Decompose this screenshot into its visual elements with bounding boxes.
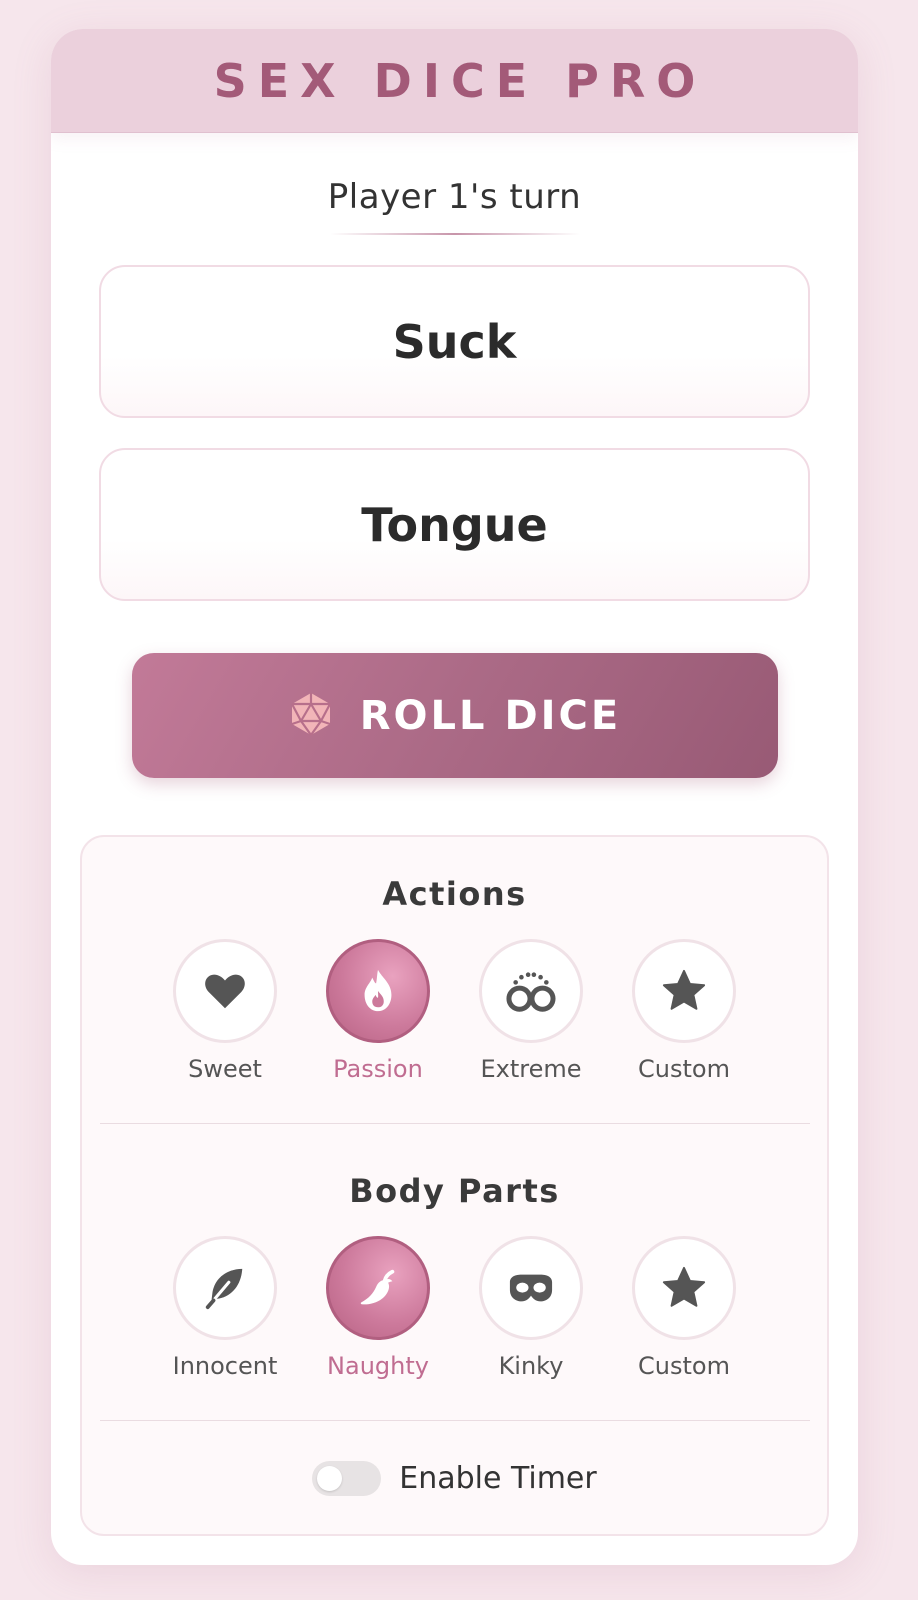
roll-dice-button[interactable]: ROLL DICE <box>131 653 778 778</box>
d20-dice-icon <box>288 691 334 741</box>
flame-icon <box>364 969 392 1012</box>
action-option-custom[interactable]: Custom <box>632 939 736 1083</box>
roll-dice-label: ROLL DICE <box>359 692 622 739</box>
action-option-label: Custom <box>638 1055 730 1083</box>
app-title: SEX DICE PRO <box>213 53 707 108</box>
pepper-icon <box>360 1269 395 1305</box>
app-card: SEX DICE PRO Player 1's turn Suck Tongue <box>51 29 858 1565</box>
body-parts-options: Innocent Naughty Kinky Custom <box>82 1236 827 1380</box>
actions-options: Sweet Passion Extreme Custom <box>82 939 827 1083</box>
timer-row: Enable Timer <box>82 1461 827 1496</box>
action-option-label: Sweet <box>188 1055 262 1083</box>
body-part-result: Tongue <box>99 448 810 601</box>
action-option-sweet[interactable]: Sweet <box>173 939 277 1083</box>
body-part-option-custom[interactable]: Custom <box>632 1236 736 1380</box>
body-parts-title: Body Parts <box>349 1172 560 1210</box>
actions-title: Actions <box>382 875 527 913</box>
turn-indicator: Player 1's turn <box>327 177 582 217</box>
action-option-label: Extreme <box>480 1055 582 1083</box>
body-part-option-label: Custom <box>638 1352 730 1380</box>
star-icon <box>662 1266 706 1307</box>
handcuffs-icon <box>506 972 556 1012</box>
heart-icon <box>205 974 245 1009</box>
body-part-option-kinky[interactable]: Kinky <box>479 1236 583 1380</box>
star-icon <box>662 969 706 1010</box>
section-divider <box>99 1420 810 1421</box>
body-part-option-innocent[interactable]: Innocent <box>173 1236 277 1380</box>
body-part-option-label: Kinky <box>498 1352 564 1380</box>
settings-panel: Actions Sweet Passion Extreme Custom Bod… <box>80 835 829 1536</box>
timer-label: Enable Timer <box>399 1461 597 1496</box>
action-result: Suck <box>99 265 810 418</box>
action-option-extreme[interactable]: Extreme <box>479 939 583 1083</box>
toggle-knob <box>317 1466 343 1491</box>
feather-icon <box>205 1268 243 1310</box>
timer-toggle[interactable] <box>312 1461 382 1496</box>
body-part-option-naughty[interactable]: Naughty <box>326 1236 430 1380</box>
mask-icon <box>509 1274 553 1302</box>
action-option-label: Passion <box>333 1055 423 1083</box>
body-part-option-label: Naughty <box>327 1352 429 1380</box>
turn-underline <box>329 233 580 235</box>
body-part-option-label: Innocent <box>172 1352 278 1380</box>
app-header: SEX DICE PRO <box>51 29 858 133</box>
action-option-passion[interactable]: Passion <box>326 939 430 1083</box>
